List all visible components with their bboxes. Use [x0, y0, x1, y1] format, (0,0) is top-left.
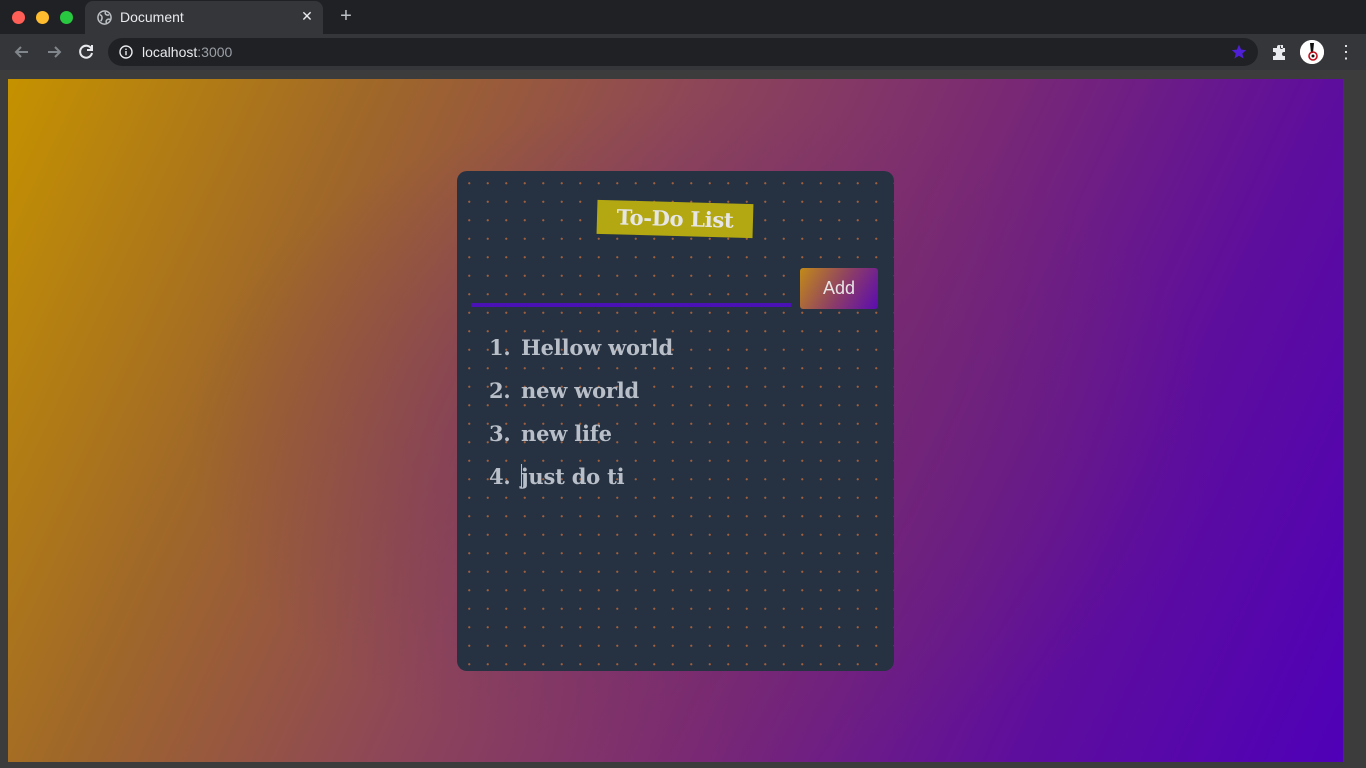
list-item[interactable]: 1. Hellow world — [489, 329, 673, 372]
item-number: 2. — [489, 378, 511, 403]
extensions-icon[interactable] — [1270, 43, 1288, 61]
item-number: 1. — [489, 335, 511, 360]
close-icon[interactable]: ✕ — [299, 8, 315, 24]
minimize-window-button[interactable] — [36, 11, 49, 24]
browser-tab-document[interactable]: Document ✕ — [85, 1, 323, 34]
list-item[interactable]: 3. new life — [489, 415, 673, 458]
menu-icon[interactable]: ⋮ — [1336, 42, 1356, 62]
item-text: Hellow world — [521, 335, 673, 360]
todo-list: 1. Hellow world 2. new world 3. new life 4.… — [489, 329, 673, 501]
forward-arrow-icon[interactable] — [43, 41, 65, 63]
item-text: just do ti — [521, 464, 625, 489]
globe-icon — [97, 10, 112, 25]
page-title: To-Do List — [596, 199, 754, 239]
url-port: :3000 — [197, 44, 233, 60]
url-text: localhost:3000 — [142, 44, 232, 60]
close-window-button[interactable] — [12, 11, 25, 24]
url-host: localhost — [142, 44, 198, 60]
list-item[interactable]: 4. just do ti — [489, 458, 673, 501]
scrollbar[interactable] — [1351, 70, 1366, 768]
browser-tab-strip: Document ✕ + — [0, 0, 1366, 34]
add-button[interactable]: Add — [800, 268, 878, 309]
todo-input[interactable] — [471, 275, 791, 307]
info-icon[interactable] — [119, 45, 133, 59]
tab-title: Document — [120, 9, 184, 25]
maximize-window-button[interactable] — [60, 11, 73, 24]
back-arrow-icon[interactable] — [11, 41, 33, 63]
item-number: 4. — [489, 464, 511, 489]
item-text: new world — [521, 378, 640, 403]
avatar[interactable] — [1300, 40, 1324, 64]
list-item[interactable]: 2. new world — [489, 372, 673, 415]
plus-icon[interactable]: + — [336, 5, 356, 27]
reload-icon[interactable] — [75, 41, 97, 63]
todo-card: To-Do List Add 1. Hellow world 2. new worl… — [457, 171, 894, 671]
item-number: 3. — [489, 421, 511, 446]
item-text: new life — [521, 421, 612, 446]
browser-toolbar: localhost:3000 ⋮ — [0, 34, 1366, 70]
address-bar[interactable]: localhost:3000 — [108, 38, 1258, 66]
star-icon[interactable] — [1230, 43, 1248, 61]
page-viewport: To-Do List Add 1. Hellow world 2. new worl… — [8, 79, 1343, 762]
